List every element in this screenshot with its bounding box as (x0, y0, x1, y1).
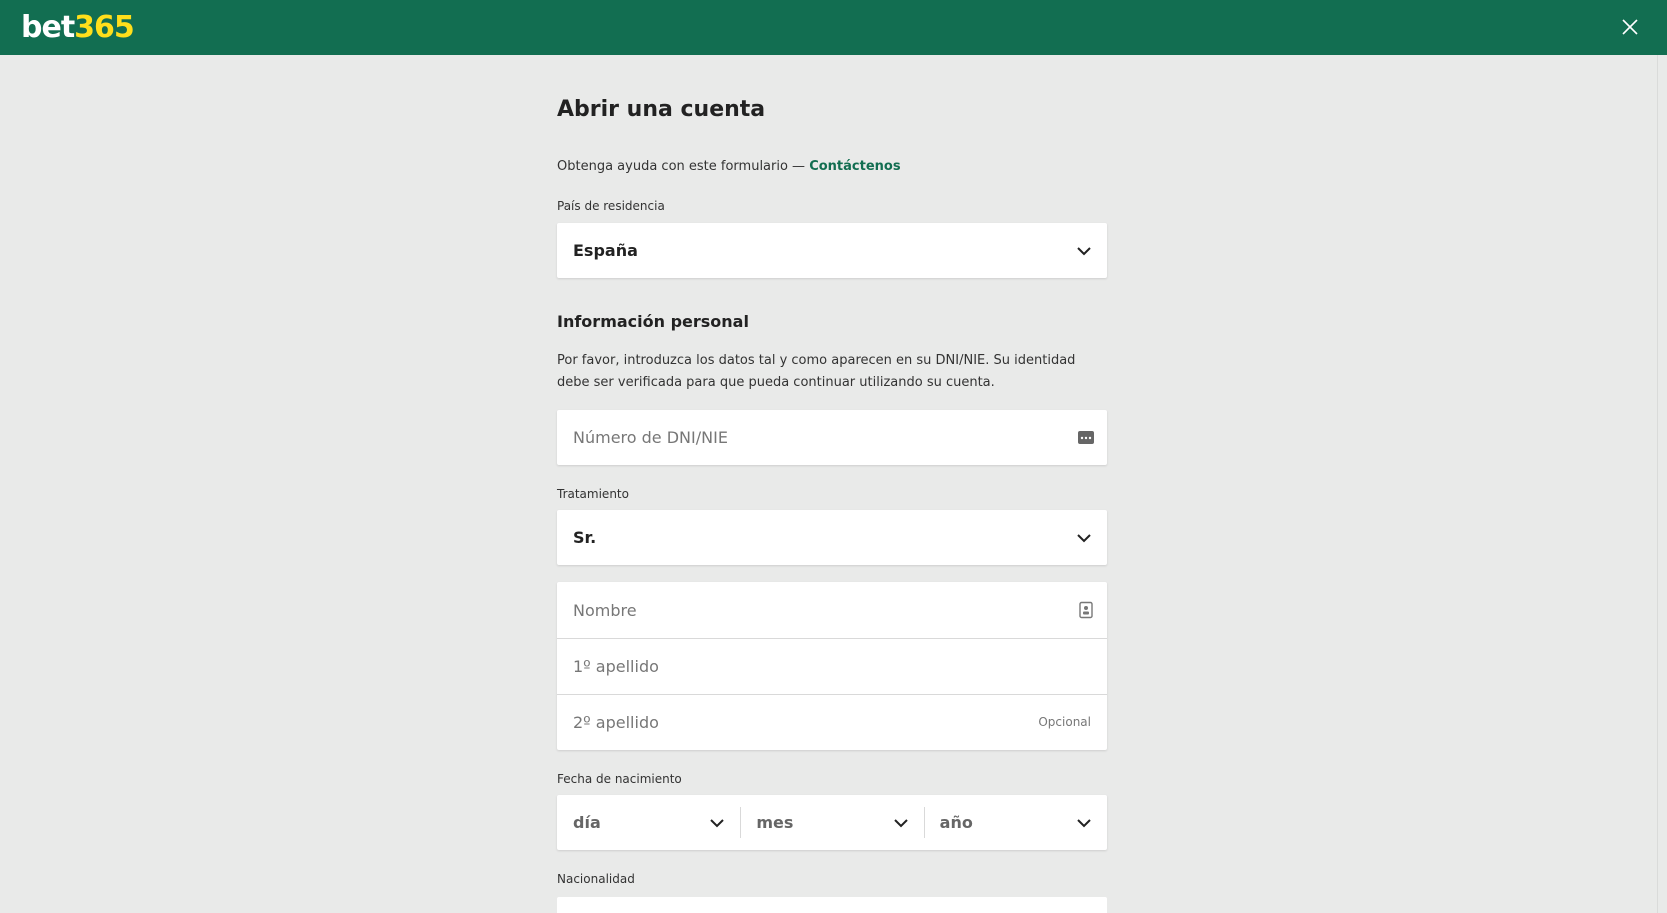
close-icon[interactable] (1620, 17, 1640, 37)
first-surname-input[interactable]: 1º apellido (557, 638, 1107, 694)
name-fields-group: Nombre 1º apellido 2º apellido Opcional (557, 582, 1107, 750)
optional-badge: Opcional (1038, 715, 1091, 729)
scrollbar[interactable] (1657, 55, 1667, 913)
dob-selects: día mes año (557, 795, 1107, 850)
dob-year-select[interactable]: año (923, 795, 1107, 850)
country-label: País de residencia (557, 199, 665, 213)
dob-month-select[interactable]: mes (740, 795, 923, 850)
chevron-down-icon (1077, 534, 1091, 543)
title-select[interactable]: Sr. (557, 510, 1107, 565)
title-label: Tratamiento (557, 487, 629, 501)
dob-day-select[interactable]: día (557, 795, 740, 850)
dob-label: Fecha de nacimiento (557, 772, 682, 786)
chevron-down-icon (893, 819, 908, 828)
id-card-icon[interactable] (1077, 428, 1095, 446)
nationality-label: Nacionalidad (557, 872, 635, 886)
nationality-select[interactable] (557, 897, 1107, 913)
country-select[interactable]: España (557, 223, 1107, 278)
page-title: Abrir una cuenta (557, 97, 766, 122)
personal-info-title: Información personal (557, 312, 749, 331)
bet365-logo[interactable]: bet365 (21, 9, 135, 47)
second-surname-input[interactable]: 2º apellido Opcional (557, 694, 1107, 750)
chevron-down-icon (1077, 247, 1091, 256)
top-bar: bet365 (0, 0, 1667, 55)
help-line: Obtenga ayuda con este formulario — Cont… (557, 159, 901, 174)
contact-link[interactable]: Contáctenos (809, 159, 900, 174)
dni-input[interactable]: Número de DNI/NIE (557, 410, 1107, 465)
chevron-down-icon (1077, 819, 1091, 828)
contact-card-icon[interactable] (1077, 601, 1095, 619)
chevron-down-icon (710, 819, 725, 828)
first-name-input[interactable]: Nombre (557, 582, 1107, 638)
personal-info-description: Por favor, introduzca los datos tal y co… (557, 353, 1076, 390)
